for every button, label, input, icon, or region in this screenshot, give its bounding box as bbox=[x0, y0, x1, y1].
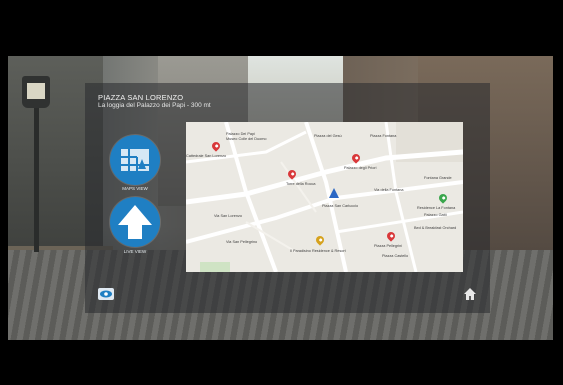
map-label: Bed & Breakfast Orchard bbox=[414, 226, 457, 230]
live-view-button[interactable] bbox=[110, 197, 160, 247]
home-icon[interactable] bbox=[464, 288, 476, 300]
map-icon bbox=[121, 149, 149, 171]
map-label: Fontana Grande bbox=[424, 176, 452, 180]
map-label: Residence La Fontana bbox=[417, 206, 456, 210]
city-map[interactable]: Palazzo Dei Papi Museo Colle del Duomo C… bbox=[186, 122, 463, 272]
lamp-glass bbox=[27, 83, 45, 99]
map-label: Palazzo Dei Papi bbox=[226, 132, 255, 136]
map-label: Via San Lorenzo bbox=[214, 214, 243, 218]
map-label: Torre della Rocca bbox=[286, 182, 316, 186]
eye-icon[interactable] bbox=[98, 288, 114, 300]
maps-view-label: MAPS VIEW bbox=[122, 186, 148, 191]
current-location-icon bbox=[329, 188, 339, 198]
up-arrow-icon bbox=[118, 205, 152, 239]
map-label: Piazza Castello bbox=[382, 254, 409, 258]
place-title: PIAZZA SAN LORENZO bbox=[98, 93, 184, 102]
map-label: Piazza Pellegrini bbox=[374, 244, 403, 248]
map-label: Palazzo degli Priori bbox=[344, 166, 377, 170]
app-frame: PIAZZA SAN LORENZO La loggia del Palazzo… bbox=[0, 0, 563, 385]
map-label: Via San Pellegrino bbox=[226, 240, 258, 244]
lamp-post bbox=[34, 92, 39, 252]
map-label: Via della Fontana bbox=[374, 188, 404, 192]
map-label: Piazza San Carluccio bbox=[322, 204, 359, 208]
map-label: Piazza del Gesù bbox=[314, 134, 342, 138]
maps-view-button[interactable] bbox=[110, 135, 160, 185]
live-view-label: LIVE VIEW bbox=[123, 249, 147, 254]
map-label: Museo Colle del Duomo bbox=[226, 137, 267, 141]
map-label: Il Paradisino Residence & Resort bbox=[290, 249, 346, 253]
map-label: Cattedrale San Lorenzo bbox=[186, 154, 227, 158]
place-subtitle: La loggia del Palazzo dei Papi - 300 mt bbox=[98, 102, 211, 109]
map-label: Palazzo Gatti bbox=[424, 213, 447, 217]
map-label: Piazza Fontana bbox=[370, 134, 397, 138]
